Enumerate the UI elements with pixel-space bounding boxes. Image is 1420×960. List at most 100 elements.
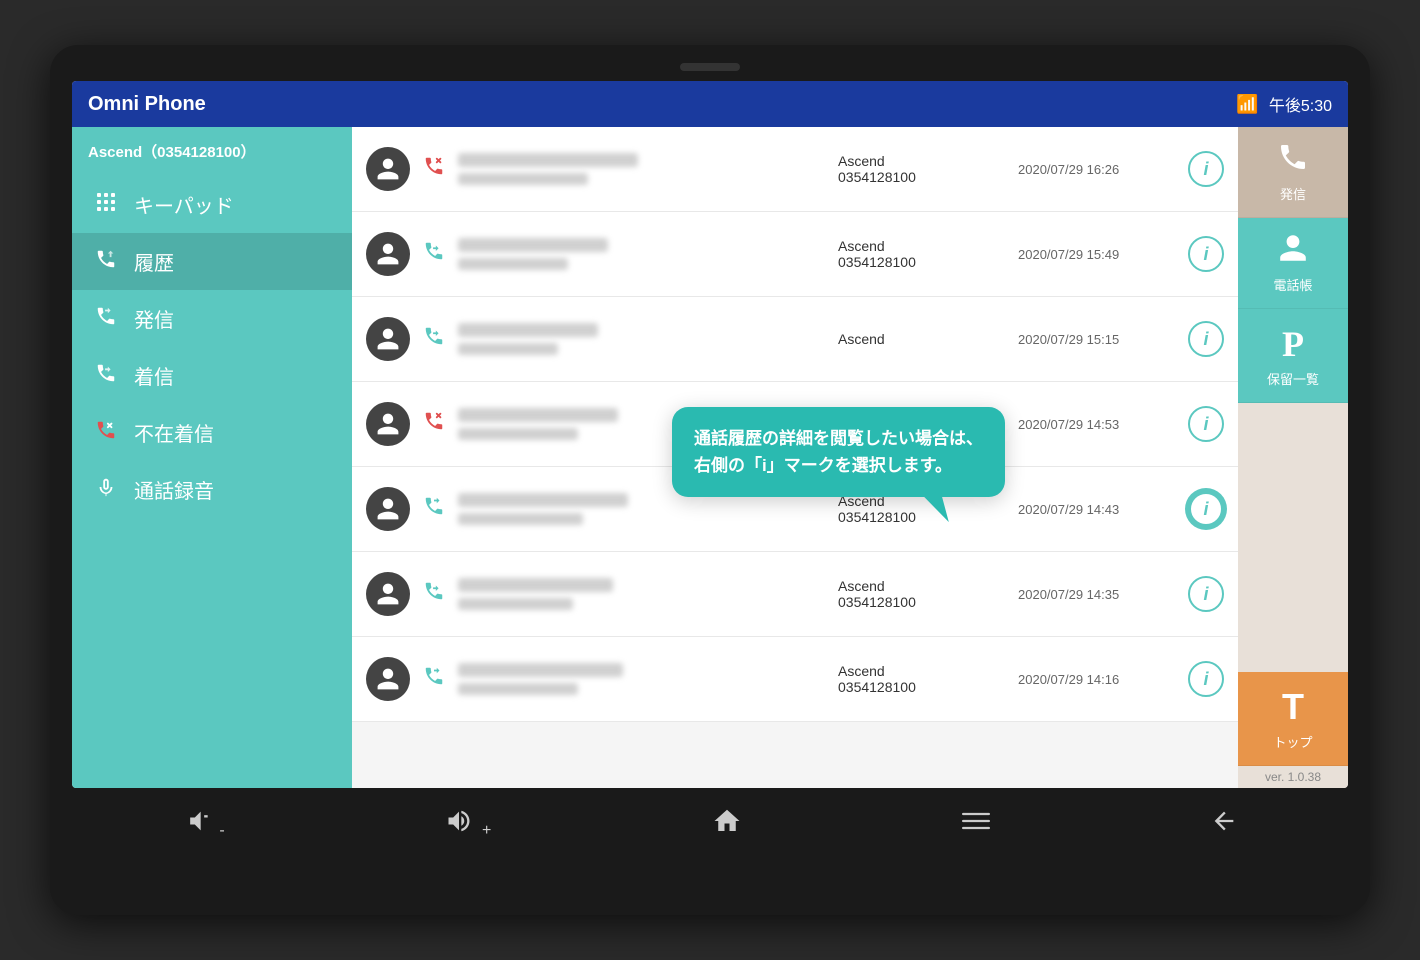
- call-label: 発信: [1280, 184, 1306, 203]
- contact-name-blur: [458, 578, 613, 592]
- info-button[interactable]: i: [1188, 321, 1224, 357]
- main-content: Ascend（0354128100）: [72, 127, 1348, 788]
- info-button-highlighted[interactable]: i: [1188, 491, 1224, 527]
- sidebar-item-keypad[interactable]: キーパッド: [72, 176, 352, 233]
- call-name: Ascend0354128100: [838, 153, 998, 185]
- call-contact: [458, 663, 828, 695]
- contact-name-blur2: [458, 258, 568, 270]
- call-name: Ascend0354128100: [838, 663, 998, 695]
- sidebar-label-history: 履歴: [134, 247, 174, 276]
- avatar: [366, 147, 410, 191]
- contact-name-blur2: [458, 598, 573, 610]
- volume-down-button[interactable]: -: [162, 799, 245, 850]
- call-name: Ascend0354128100: [838, 493, 998, 525]
- info-button[interactable]: i: [1188, 576, 1224, 612]
- menu-button[interactable]: [942, 799, 1010, 850]
- status-time: 午後5:30: [1269, 92, 1332, 116]
- contact-name-blur2: [458, 428, 578, 440]
- avatar: [366, 487, 410, 531]
- info-button[interactable]: i: [1188, 151, 1224, 187]
- volume-up-button[interactable]: +: [425, 799, 512, 850]
- call-type-incoming-icon: [420, 325, 448, 353]
- app-title: Omni Phone: [88, 93, 206, 116]
- missed-icon: [92, 419, 120, 447]
- status-bar-right: 📶 午後5:30: [1236, 92, 1332, 116]
- avatar: [366, 317, 410, 361]
- call-item: Ascend0354128100 2020/07/29 16:26 i: [352, 127, 1238, 212]
- sidebar-label-missed: 不在着信: [134, 418, 214, 447]
- contact-name-blur: [458, 493, 628, 507]
- incoming-icon: [92, 362, 120, 390]
- top-letter: T: [1282, 686, 1304, 728]
- info-button[interactable]: i: [1188, 406, 1224, 442]
- call-item: Ascend0354128100 2020/07/29 14:35 i: [352, 552, 1238, 637]
- wifi-icon: 📶: [1236, 94, 1258, 115]
- hold-button[interactable]: P 保留一覧: [1238, 309, 1348, 403]
- right-panel: 発信 電話帳 P 保留一覧 T トップ: [1238, 127, 1348, 788]
- contact-name-blur2: [458, 683, 578, 695]
- call-datetime: 2020/07/29 14:43: [1018, 502, 1178, 517]
- call-info: Ascend0354128100: [838, 493, 998, 525]
- sidebar-label-keypad: キーパッド: [134, 190, 234, 219]
- sidebar-label-outgoing: 発信: [134, 304, 174, 333]
- tooltip-bubble: 通話履歴の詳細を閲覧したい場合は、右側の「i」マークを選択します。: [672, 407, 1005, 497]
- status-bar: Omni Phone 📶 午後5:30: [72, 81, 1348, 127]
- info-button[interactable]: i: [1188, 236, 1224, 272]
- contact-name-blur2: [458, 513, 583, 525]
- call-datetime: 2020/07/29 15:49: [1018, 247, 1178, 262]
- avatar: [366, 402, 410, 446]
- call-type-outgoing-icon: [420, 495, 448, 523]
- call-datetime: 2020/07/29 16:26: [1018, 162, 1178, 177]
- sidebar-label-incoming: 着信: [134, 361, 174, 390]
- call-type-missed-icon: [420, 410, 448, 438]
- call-info: Ascend0354128100: [838, 153, 998, 185]
- top-button[interactable]: T トップ: [1238, 672, 1348, 766]
- hold-letter: P: [1282, 323, 1304, 365]
- version-text: ver. 1.0.38: [1257, 766, 1329, 788]
- contact-name-blur2: [458, 173, 588, 185]
- contact-name-blur: [458, 238, 608, 252]
- outgoing-icon: [92, 305, 120, 333]
- keypad-icon: [92, 191, 120, 219]
- call-name: Ascend: [838, 331, 998, 347]
- call-contact: [458, 493, 828, 525]
- call-item: Ascend0354128100 2020/07/29 15:49 i: [352, 212, 1238, 297]
- hold-label: 保留一覧: [1267, 369, 1319, 388]
- tablet-device: Omni Phone 📶 午後5:30 Ascend（0354128100）: [50, 45, 1370, 915]
- contacts-button[interactable]: 電話帳: [1238, 218, 1348, 309]
- back-button[interactable]: [1190, 799, 1258, 850]
- contact-name-blur: [458, 153, 638, 167]
- call-button[interactable]: 発信: [1238, 127, 1348, 218]
- call-datetime: 2020/07/29 14:16: [1018, 672, 1178, 687]
- call-contact: [458, 578, 828, 610]
- avatar: [366, 232, 410, 276]
- call-contact: [458, 323, 828, 355]
- call-type-incoming-icon: [420, 580, 448, 608]
- sidebar-item-history[interactable]: 履歴: [72, 233, 352, 290]
- sidebar-item-incoming[interactable]: 着信: [72, 347, 352, 404]
- call-info: Ascend0354128100: [838, 663, 998, 695]
- call-info: Ascend0354128100: [838, 238, 998, 270]
- contact-name-blur: [458, 663, 623, 677]
- home-button[interactable]: [692, 798, 762, 851]
- sidebar-item-recording[interactable]: 通話録音: [72, 461, 352, 518]
- call-datetime: 2020/07/29 15:15: [1018, 332, 1178, 347]
- contacts-label: 電話帳: [1273, 275, 1312, 294]
- phone-icon: [1277, 141, 1309, 180]
- sidebar-item-missed[interactable]: 不在着信: [72, 404, 352, 461]
- call-item: Ascend 2020/07/29 15:15 i: [352, 297, 1238, 382]
- top-label: トップ: [1273, 732, 1312, 751]
- avatar: [366, 657, 410, 701]
- call-name: Ascend0354128100: [838, 238, 998, 270]
- call-datetime: 2020/07/29 14:35: [1018, 587, 1178, 602]
- call-info: Ascend: [838, 331, 998, 347]
- sidebar-account: Ascend（0354128100）: [72, 127, 352, 176]
- call-contact: [458, 153, 828, 185]
- call-type-missed-icon: [420, 155, 448, 183]
- tooltip-text: 通話履歴の詳細を閲覧したい場合は、右側の「i」マークを選択します。: [694, 429, 983, 475]
- avatar: [366, 572, 410, 616]
- call-item: Ascend0354128100 2020/07/29 14:16 i: [352, 637, 1238, 722]
- info-button[interactable]: i: [1188, 661, 1224, 697]
- call-type-incoming-icon: [420, 240, 448, 268]
- sidebar-item-outgoing[interactable]: 発信: [72, 290, 352, 347]
